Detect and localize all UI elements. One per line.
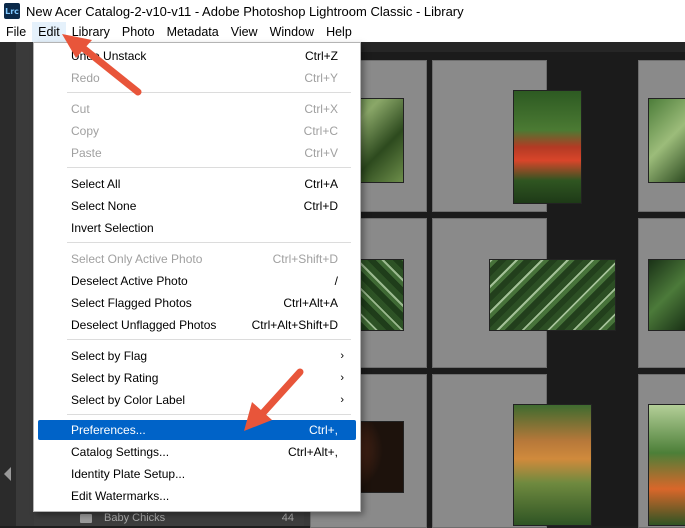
menu-item-select-flagged-photos[interactable]: Select Flagged Photos Ctrl+Alt+A (38, 292, 356, 314)
grid-cell[interactable] (638, 60, 685, 212)
submenu-arrow-icon: › (340, 394, 344, 406)
photo-thumbnail[interactable] (648, 404, 685, 526)
menu-edit[interactable]: Edit (32, 22, 66, 42)
menu-bar: File Edit Library Photo Metadata View Wi… (0, 22, 685, 42)
menu-item-invert-selection[interactable]: Invert Selection (38, 217, 356, 239)
photo-thumbnail[interactable] (513, 90, 582, 204)
menu-file[interactable]: File (0, 22, 32, 42)
submenu-arrow-icon: › (340, 372, 344, 384)
photo-thumbnail[interactable] (513, 404, 592, 526)
menu-item-redo[interactable]: Redo Ctrl+Y (38, 67, 356, 89)
menu-photo[interactable]: Photo (116, 22, 161, 42)
menu-separator (67, 414, 351, 415)
menu-separator (67, 167, 351, 168)
window-title: New Acer Catalog-2-v10-v11 - Adobe Photo… (26, 3, 464, 19)
grid-cell[interactable] (638, 218, 685, 368)
folder-icon (80, 513, 92, 523)
menu-item-deselect-active-photo[interactable]: Deselect Active Photo / (38, 270, 356, 292)
photo-thumbnail[interactable] (648, 98, 685, 183)
grid-cell[interactable] (432, 374, 592, 528)
menu-item-catalog-settings[interactable]: Catalog Settings... Ctrl+Alt+, (38, 441, 356, 463)
menu-item-select-by-flag[interactable]: Select by Flag › (38, 345, 356, 367)
menu-item-select-none[interactable]: Select None Ctrl+D (38, 195, 356, 217)
menu-view[interactable]: View (225, 22, 264, 42)
left-panel-edge (0, 42, 16, 526)
submenu-arrow-icon: › (340, 350, 344, 362)
photo-thumbnail[interactable] (648, 259, 685, 331)
menu-item-select-by-rating[interactable]: Select by Rating › (38, 367, 356, 389)
menu-separator (67, 339, 351, 340)
menu-item-cut[interactable]: Cut Ctrl+X (38, 98, 356, 120)
menu-item-select-only-active-photo[interactable]: Select Only Active Photo Ctrl+Shift+D (38, 248, 356, 270)
folder-count: 44 (281, 512, 294, 524)
menu-item-undo[interactable]: Undo Unstack Ctrl+Z (38, 45, 356, 67)
grid-cell[interactable] (432, 60, 582, 212)
grid-cell[interactable] (432, 218, 616, 368)
menu-metadata[interactable]: Metadata (161, 22, 225, 42)
menu-separator (67, 242, 351, 243)
menu-help[interactable]: Help (320, 22, 358, 42)
menu-item-paste[interactable]: Paste Ctrl+V (38, 142, 356, 164)
menu-item-select-by-color-label[interactable]: Select by Color Label › (38, 389, 356, 411)
menu-item-copy[interactable]: Copy Ctrl+C (38, 120, 356, 142)
menu-item-deselect-unflagged-photos[interactable]: Deselect Unflagged Photos Ctrl+Alt+Shift… (38, 314, 356, 336)
grid-cell[interactable] (638, 374, 685, 528)
photo-grid (309, 52, 685, 528)
menu-separator (67, 92, 351, 93)
folder-label: Baby Chicks (104, 512, 166, 524)
menu-item-edit-watermarks[interactable]: Edit Watermarks... (38, 485, 356, 507)
edit-menu-dropdown: Undo Unstack Ctrl+Z Redo Ctrl+Y Cut Ctrl… (33, 42, 361, 512)
folder-row[interactable]: Baby Chicks 44 (34, 510, 304, 526)
menu-item-preferences[interactable]: Preferences... Ctrl+, (38, 420, 356, 440)
menu-library[interactable]: Library (66, 22, 116, 42)
photo-thumbnail[interactable] (489, 259, 616, 331)
title-bar: Lrc New Acer Catalog-2-v10-v11 - Adobe P… (0, 0, 685, 22)
menu-window[interactable]: Window (264, 22, 320, 42)
menu-item-identity-plate-setup[interactable]: Identity Plate Setup... (38, 463, 356, 485)
menu-item-select-all[interactable]: Select All Ctrl+A (38, 173, 356, 195)
lightroom-app-icon: Lrc (4, 3, 20, 19)
collapse-panel-arrow-icon[interactable] (4, 467, 11, 481)
